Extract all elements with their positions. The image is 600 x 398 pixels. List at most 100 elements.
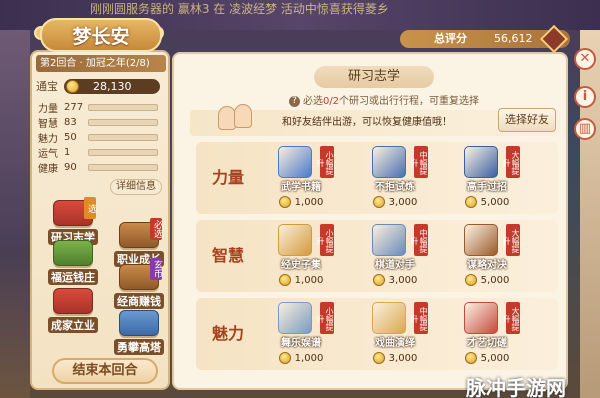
study-panel: 研习志学 ? 必选0/2个研习或出行行程，可重复选择 和好友结伴出游，可以恢复健康… xyxy=(172,52,568,390)
close-icon[interactable]: ✕ xyxy=(574,48,596,70)
row-wisdom: 智慧 小幅提升 经史子集 1,000 中幅提升 棋道对手 3,000 大幅提升 … xyxy=(196,220,558,292)
activity-name: 才艺切磋 xyxy=(467,338,507,349)
stat-bar xyxy=(88,118,158,126)
music-score-icon xyxy=(278,302,312,334)
boost-tag: 中幅提升 xyxy=(410,224,428,256)
stat-strength: 力量 277 xyxy=(38,100,166,115)
activity-cost: 5,000 xyxy=(452,272,522,288)
stat-value: 50 xyxy=(64,131,77,143)
sword-book-icon xyxy=(464,146,498,178)
stat-wisdom: 智慧 83 xyxy=(38,115,166,130)
coin-icon xyxy=(278,352,291,364)
hint-count: 0/2 xyxy=(322,96,340,107)
activity-card[interactable]: 中幅提升 不拒试炼 3,000 xyxy=(360,144,434,212)
cost-value: 1,000 xyxy=(294,196,324,208)
background-left xyxy=(0,30,30,398)
coin-icon xyxy=(464,352,477,364)
detail-info-button[interactable]: 详细信息 xyxy=(110,179,162,195)
coin-icon xyxy=(464,274,477,286)
friend-avatars-icon xyxy=(218,102,254,134)
activity-card[interactable]: 小幅提升 经史子集 1,000 xyxy=(266,222,340,290)
cost-value: 1,000 xyxy=(294,274,324,286)
activity-name: 经史子集 xyxy=(281,260,321,271)
stat-bar xyxy=(88,163,158,171)
activity-name: 戏曲演绎 xyxy=(375,338,415,349)
coins-value: 28,130 xyxy=(93,79,132,93)
hint-rest: 个研习或出行行程，可重复选择 xyxy=(339,96,480,107)
coin-icon xyxy=(464,196,477,208)
cost-value: 5,000 xyxy=(480,274,510,286)
coins-label: 通宝 xyxy=(36,80,58,93)
stat-name: 运气 xyxy=(38,148,58,160)
stat-luck: 运气 1 xyxy=(38,145,166,160)
bar-chart-icon[interactable]: ▥ xyxy=(574,118,596,140)
activity-card[interactable]: 中幅提升 棋道对手 3,000 xyxy=(360,222,434,290)
hint-prefix: 必选 xyxy=(302,96,323,107)
coin-icon xyxy=(372,352,385,364)
activity-card[interactable]: 小幅提升 舞乐娱谱 1,000 xyxy=(266,300,340,368)
friend-text: 和好友结伴出游，可以恢复健康值哦！ xyxy=(282,117,452,128)
score-label: 总评分 xyxy=(434,32,467,45)
activity-name: 高手过招 xyxy=(467,182,507,193)
game-title: 梦长安 xyxy=(40,18,162,52)
activity-cost: 5,000 xyxy=(452,194,522,210)
location-bank[interactable]: 福运钱庄 xyxy=(42,240,104,286)
cost-value: 5,000 xyxy=(480,352,510,364)
location-label: 经商赚钱 xyxy=(114,293,164,309)
cost-value: 3,000 xyxy=(388,352,418,364)
activity-card[interactable]: 大幅提升 高手过招 5,000 xyxy=(452,144,526,212)
cost-value: 1,000 xyxy=(294,352,324,364)
activity-cost: 1,000 xyxy=(266,350,336,366)
boost-tag: 小幅提升 xyxy=(316,302,334,334)
boost-tag: 小幅提升 xyxy=(316,146,334,178)
fan-icon xyxy=(372,302,406,334)
cost-value: 3,000 xyxy=(388,274,418,286)
cost-value: 3,000 xyxy=(388,196,418,208)
location-tower[interactable]: 勇攀高塔 xyxy=(108,310,170,356)
location-tag: 选 xyxy=(84,197,96,219)
boost-tag: 中幅提升 xyxy=(410,302,428,334)
stats-list: 力量 277 智慧 83 魅力 50 运气 1 健康 90 xyxy=(38,100,166,175)
activity-name: 棋道对手 xyxy=(375,260,415,271)
coin-icon xyxy=(372,274,385,286)
stat-bar xyxy=(88,133,158,141)
activity-card[interactable]: 小幅提升 武学书籍 1,000 xyxy=(266,144,340,212)
activity-card[interactable]: 大幅提升 谋略对决 5,000 xyxy=(452,222,526,290)
boost-tag: 大幅提升 xyxy=(502,146,520,178)
stat-name: 魅力 xyxy=(38,133,58,145)
stat-value: 1 xyxy=(64,146,71,158)
umbrella-icon xyxy=(464,302,498,334)
location-family[interactable]: 成家立业 xyxy=(42,288,104,334)
coin-icon xyxy=(66,79,79,93)
coins-box: 28,130 xyxy=(64,78,160,94)
section-title: 研习志学 xyxy=(314,66,434,88)
selection-hint: ? 必选0/2个研习或出行行程，可重复选择 xyxy=(254,92,514,107)
round-info: 第2回合 · 加冠之年(2/8) xyxy=(36,55,166,72)
site-watermark: 脉冲手游网 xyxy=(466,376,566,398)
row-name: 智慧 xyxy=(212,246,245,265)
activity-cost: 3,000 xyxy=(360,350,430,366)
boost-tag: 小幅提升 xyxy=(316,224,334,256)
coin-icon xyxy=(372,196,385,208)
location-label: 成家立业 xyxy=(48,317,98,333)
chess-icon xyxy=(372,224,406,256)
info-icon[interactable]: i xyxy=(574,86,596,108)
stat-name: 智慧 xyxy=(38,118,58,130)
stat-value: 83 xyxy=(64,116,77,128)
stat-health: 健康 90 xyxy=(38,160,166,175)
row-strength: 力量 小幅提升 武学书籍 1,000 中幅提升 不拒试炼 3,000 大幅提升 … xyxy=(196,142,558,214)
activity-cost: 1,000 xyxy=(266,272,336,288)
coin-icon xyxy=(278,274,291,286)
choose-friend-button[interactable]: 选择好友 xyxy=(498,108,556,132)
family-house-icon xyxy=(53,288,93,314)
activity-card[interactable]: 中幅提升 戏曲演绎 3,000 xyxy=(360,300,434,368)
boost-tag: 大幅提升 xyxy=(502,302,520,334)
activity-card[interactable]: 大幅提升 才艺切磋 5,000 xyxy=(452,300,526,368)
activity-cost: 1,000 xyxy=(266,194,336,210)
activity-name: 舞乐娱谱 xyxy=(281,338,321,349)
stat-bar xyxy=(88,103,158,111)
end-round-button[interactable]: 结束本回合 xyxy=(52,358,158,384)
tower-icon xyxy=(119,310,159,336)
activity-cost: 3,000 xyxy=(360,194,430,210)
row-name: 魅力 xyxy=(212,324,245,343)
